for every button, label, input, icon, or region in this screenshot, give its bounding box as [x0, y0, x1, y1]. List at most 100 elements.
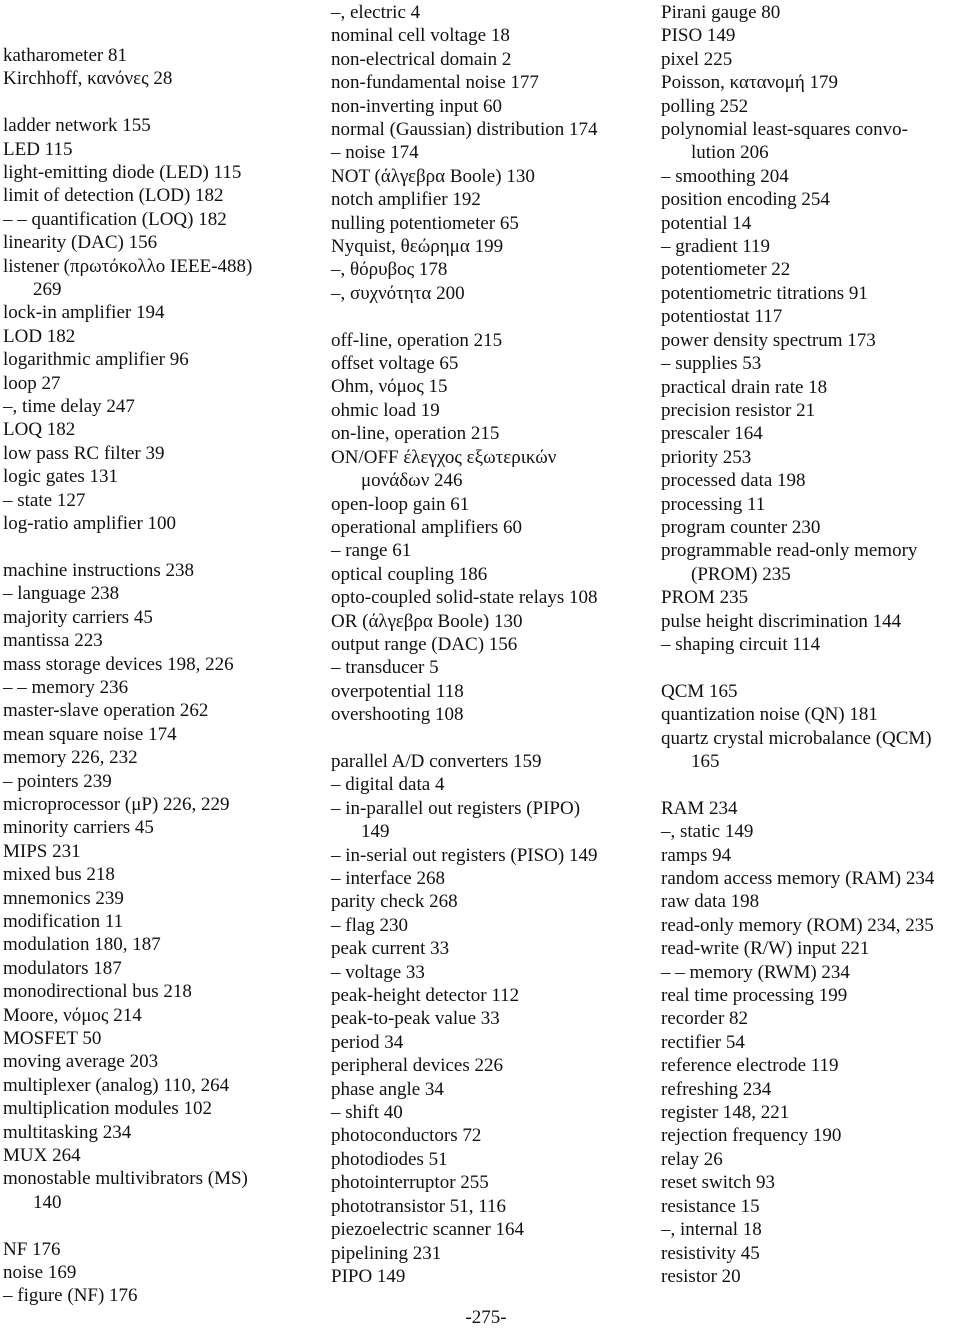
index-entry-text: – – memory 236 — [3, 676, 129, 698]
index-entry: overshooting 108 — [331, 703, 651, 726]
index-entry-text: NOT (άλγεβρα Boole) 130 — [331, 165, 535, 187]
index-entry-text: output range (DAC) 156 — [331, 633, 518, 655]
index-entry: photointerruptor 255 — [331, 1171, 651, 1194]
index-entry-text: – shift 40 — [331, 1102, 403, 1124]
index-entry-text: –, static 149 — [661, 821, 754, 843]
index-entry-text: notch amplifier 192 — [331, 189, 481, 211]
index-entry-text: Moore, νόμος 214 — [3, 1004, 142, 1026]
index-entry-text: mnemonics 239 — [3, 887, 124, 909]
index-entry-text: normal (Gaussian) distribution 174 — [331, 119, 598, 141]
index-entry: – smoothing 204 — [661, 165, 960, 188]
index-entry-text: – language 238 — [3, 583, 120, 605]
index-entry: prescaler 164 — [661, 422, 960, 445]
index-entry: relay 26 — [661, 1148, 960, 1171]
index-entry: processed data 198 — [661, 469, 960, 492]
index-entry-text: modulators 187 — [3, 957, 122, 979]
index-entry-text: – digital data 4 — [331, 774, 445, 796]
index-entry-text: mantissa 223 — [3, 630, 103, 652]
index-entry: pulse height discrimination 144 — [661, 610, 960, 633]
index-entry: output range (DAC) 156 — [331, 633, 651, 656]
index-entry-text: photoconductors 72 — [331, 1125, 482, 1147]
index-entry-text: refreshing 234 — [661, 1078, 772, 1100]
index-entry-text: – range 61 — [331, 540, 412, 562]
index-entry-text: ON/OFF έλεγχος εξωτερικών — [331, 446, 557, 468]
index-entry: potentiometer 22 — [661, 258, 960, 281]
index-entry: pixel 225 — [661, 48, 960, 71]
index-entry-text: rectifier 54 — [661, 1031, 745, 1053]
letter-section-gap — [661, 656, 960, 679]
index-entry-text: random access memory (RAM) 234 — [661, 868, 935, 889]
index-entry-text: multiplication modules 102 — [3, 1098, 212, 1120]
index-entry: parity check 268 — [331, 890, 651, 913]
index-entry: recorder 82 — [661, 1007, 960, 1030]
index-entry-text: parity check 268 — [331, 891, 458, 913]
index-entry-text: logarithmic amplifier 96 — [3, 349, 189, 371]
index-entry-text: processing 11 — [661, 493, 766, 515]
index-entry: power density spectrum 173 — [661, 329, 960, 352]
index-entry: notch amplifier 192 — [331, 188, 651, 211]
index-entry: real time processing 199 — [661, 984, 960, 1007]
letter-section-gap — [331, 727, 651, 750]
index-entry: resistor 20 — [661, 1265, 960, 1288]
index-entry: QCM 165 — [661, 680, 960, 703]
index-entry-text: MIPS 231 — [3, 840, 81, 862]
index-entry-text: reference electrode 119 — [661, 1055, 839, 1077]
index-entry-text: – interface 268 — [331, 868, 445, 889]
index-entry-text: overpotential 118 — [331, 680, 464, 702]
index-entry-text: nulling potentiometer 65 — [331, 212, 519, 234]
index-entry-text: –, internal 18 — [661, 1219, 762, 1241]
index-entry-text: relay 26 — [661, 1148, 723, 1170]
index-entry-text: –, electric 4 — [331, 2, 421, 23]
index-entry-text: pulse height discrimination 144 — [661, 610, 902, 632]
index-entry-text: polynomial least-squares convo- — [661, 119, 908, 141]
index-entry: memory 226, 232 — [3, 746, 323, 769]
index-entry: –, internal 18 — [661, 1218, 960, 1241]
index-entry-continuation: 149 — [361, 821, 390, 843]
index-entry: mass storage devices 198, 226 — [3, 653, 323, 676]
index-entry-text: phototransistor 51, 116 — [331, 1195, 507, 1217]
index-entry-text: ladder network 155 — [3, 115, 151, 137]
index-entry-continuation: lution 206 — [691, 142, 769, 164]
index-entry: microprocessor (μP) 226, 229 — [3, 793, 323, 816]
letter-section-gap — [3, 1214, 323, 1237]
index-entry: listener (πρωτόκολλο IEEE-488) 269 — [3, 255, 323, 302]
index-entry: photodiodes 51 — [331, 1148, 651, 1171]
index-entry: ramps 94 — [661, 844, 960, 867]
index-entry: parallel A/D converters 159 — [331, 750, 651, 773]
index-entry-text: log-ratio amplifier 100 — [3, 513, 177, 535]
index-entry-text: majority carriers 45 — [3, 606, 153, 628]
index-entry-text: power density spectrum 173 — [661, 329, 876, 351]
index-entry: precision resistor 21 — [661, 399, 960, 422]
index-entry: mantissa 223 — [3, 629, 323, 652]
index-entry: Kirchhoff, κανόνες 28 — [3, 67, 323, 90]
index-entry: read-only memory (ROM) 234, 235 — [661, 914, 960, 937]
index-entry: PROM 235 — [661, 586, 960, 609]
index-entry: multiplexer (analog) 110, 264 — [3, 1074, 323, 1097]
index-entry: pipelining 231 — [331, 1242, 651, 1265]
index-entry-text: MUX 264 — [3, 1145, 81, 1167]
letter-section-gap — [331, 305, 651, 328]
index-entry-text: photodiodes 51 — [331, 1148, 448, 1170]
index-entry: master-slave operation 262 — [3, 699, 323, 722]
index-entry-text: monostable multivibrators (MS) — [3, 1168, 248, 1190]
index-entry: opto-coupled solid-state relays 108 — [331, 586, 651, 609]
index-entry-text: precision resistor 21 — [661, 399, 816, 421]
index-entry: Poisson, κατανομή 179 — [661, 71, 960, 94]
index-entry-continuation: μονάδων 246 — [361, 470, 463, 492]
index-entry: minority carriers 45 — [3, 816, 323, 839]
index-entry-text: – pointers 239 — [3, 770, 112, 792]
index-entry: nominal cell voltage 18 — [331, 24, 651, 47]
index-entry: NOT (άλγεβρα Boole) 130 — [331, 165, 651, 188]
index-entry-text: PISO 149 — [661, 25, 736, 47]
index-entry: – state 127 — [3, 489, 323, 512]
index-entry-text: processed data 198 — [661, 470, 806, 492]
index-entry: nulling potentiometer 65 — [331, 212, 651, 235]
index-entry: potentiostat 117 — [661, 305, 960, 328]
index-entry-text: offset voltage 65 — [331, 353, 459, 375]
index-entry: linearity (DAC) 156 — [3, 231, 323, 254]
index-entry-text: pipelining 231 — [331, 1242, 442, 1264]
index-entry-text: lock-in amplifier 194 — [3, 302, 165, 324]
index-entry-text: OR (άλγεβρα Boole) 130 — [331, 610, 523, 632]
index-entry: – range 61 — [331, 539, 651, 562]
index-entry-text: overshooting 108 — [331, 704, 464, 726]
